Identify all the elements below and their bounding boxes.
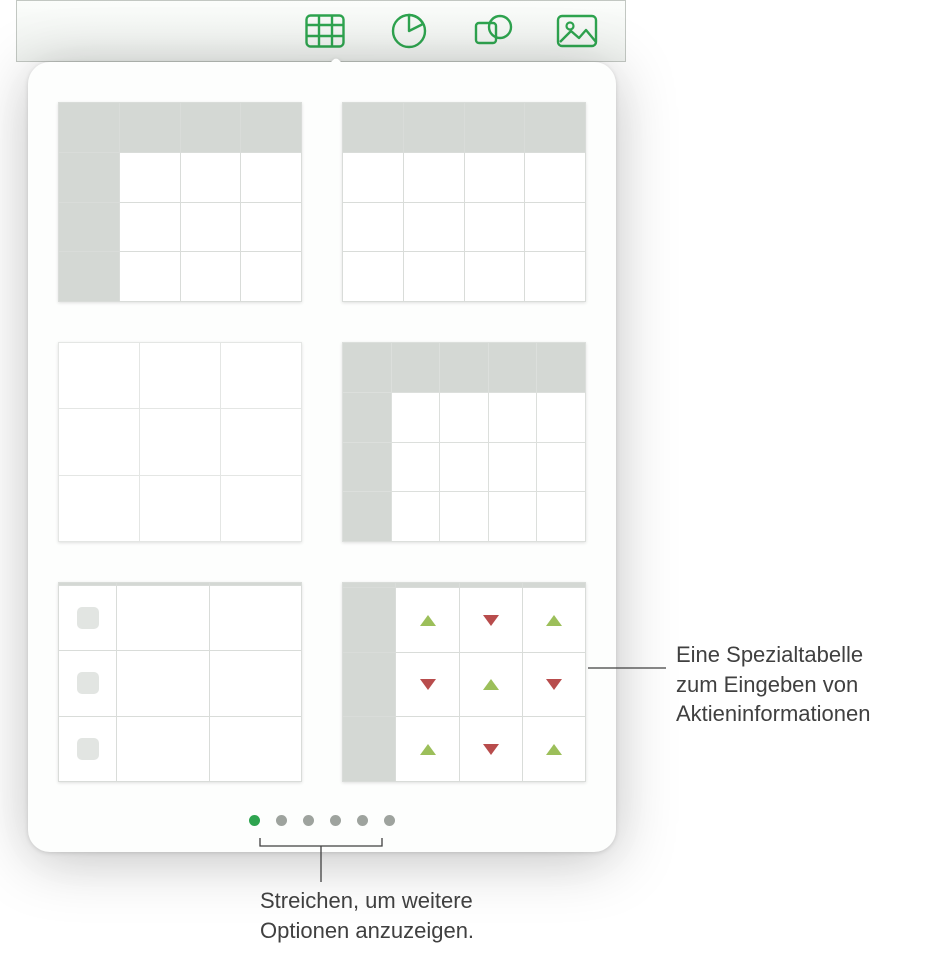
- page-dot-2[interactable]: [276, 815, 287, 826]
- table-style-stocks[interactable]: [342, 582, 586, 782]
- media-icon: [556, 14, 598, 48]
- arrow-down-icon: [420, 679, 436, 690]
- table-styles-popover: [28, 62, 616, 852]
- insert-chart-button[interactable]: [367, 0, 451, 62]
- table-style-checklist[interactable]: [58, 582, 302, 782]
- page-dot-5[interactable]: [357, 815, 368, 826]
- piechart-icon: [390, 12, 428, 50]
- checkbox-icon: [77, 672, 99, 694]
- page-indicator[interactable]: [28, 815, 616, 826]
- arrow-up-icon: [546, 615, 562, 626]
- insert-media-button[interactable]: [535, 0, 619, 62]
- checkbox-icon: [77, 607, 99, 629]
- checkbox-icon: [77, 738, 99, 760]
- page-dot-1[interactable]: [249, 815, 260, 826]
- table-icon: [305, 14, 345, 48]
- table-style-header-row-col-grid[interactable]: [342, 342, 586, 542]
- arrow-down-icon: [483, 744, 499, 755]
- table-style-plain[interactable]: [58, 342, 302, 542]
- page-dot-4[interactable]: [330, 815, 341, 826]
- page-dot-3[interactable]: [303, 815, 314, 826]
- arrow-down-icon: [546, 679, 562, 690]
- callout-stocks-table: Eine Spezialtabelle zum Eingeben von Akt…: [676, 640, 870, 729]
- callout-swipe-hint: Streichen, um weitere Optionen anzuzeige…: [260, 886, 474, 945]
- arrow-up-icon: [483, 679, 499, 690]
- page-dot-6[interactable]: [384, 815, 395, 826]
- arrow-up-icon: [546, 744, 562, 755]
- arrow-down-icon: [483, 615, 499, 626]
- insert-shape-button[interactable]: [451, 0, 535, 62]
- table-style-header-row-col[interactable]: [58, 102, 302, 302]
- arrow-up-icon: [420, 744, 436, 755]
- table-style-header-row[interactable]: [342, 102, 586, 302]
- arrow-up-icon: [420, 615, 436, 626]
- shapes-icon: [473, 13, 513, 49]
